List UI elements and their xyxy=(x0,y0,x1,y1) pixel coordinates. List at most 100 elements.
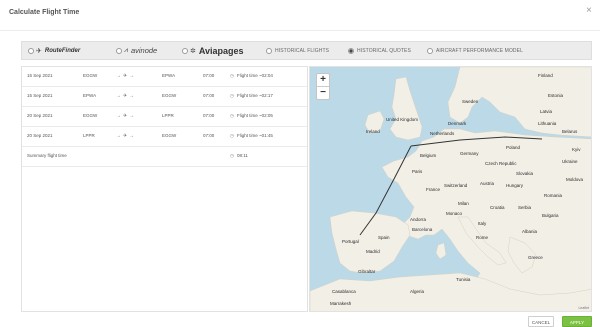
map-label: Casablanca xyxy=(332,289,356,294)
leg-row: 20 Sep 2021 EGGW → ✈ → LPPR 07:00 ◷ Flig… xyxy=(22,107,307,127)
radio-historical-quotes[interactable] xyxy=(348,47,354,54)
land-sardinia xyxy=(435,242,447,260)
summary-row: Summary flight time ◷ 08:11 xyxy=(22,147,307,167)
leg-from: EGGW xyxy=(83,73,98,78)
clock-icon: ◷ xyxy=(230,133,234,138)
leg-flight-time: Flight time ~01:45 xyxy=(237,133,273,138)
avinode-logo: avinode xyxy=(130,46,158,55)
map-label: Barcelona xyxy=(412,227,433,232)
radio-aircraft-performance-model[interactable] xyxy=(427,47,433,54)
map-label: Poland xyxy=(506,145,521,150)
map-label: Italy xyxy=(478,221,487,226)
radio-aviapages[interactable] xyxy=(182,47,188,54)
map-label: France xyxy=(426,187,441,192)
radio-historical-flights[interactable] xyxy=(266,47,272,54)
source-option-avinode[interactable]: ⩘ avinode xyxy=(116,42,157,59)
map-label: Greece xyxy=(528,255,543,260)
leg-row: 20 Sep 2021 LPPR → ✈ → EGGW 07:00 ◷ Flig… xyxy=(22,127,307,147)
clock-icon: ◷ xyxy=(230,113,234,118)
map-label: Moldova xyxy=(566,177,584,182)
map-label: Latvia xyxy=(540,109,553,114)
cancel-button[interactable]: CANCEL xyxy=(528,316,554,327)
close-icon[interactable]: × xyxy=(586,6,592,16)
leg-date: 20 Sep 2021 xyxy=(27,113,53,118)
leg-from: LPPR xyxy=(83,133,95,138)
leg-time: 07:00 xyxy=(203,93,215,98)
map-label: Croatia xyxy=(490,205,505,210)
leg-to: EGGW xyxy=(162,93,177,98)
map-label: Algeria xyxy=(410,289,425,294)
map-label: Netherlands xyxy=(430,131,455,136)
leg-date: 15 Sep 2021 xyxy=(27,93,53,98)
leg-arrow-icon: → ✈ → xyxy=(116,113,135,119)
map-label: Rome xyxy=(476,235,489,240)
aviapages-icon: ✲ xyxy=(190,47,196,55)
source-option-historical-quotes[interactable]: HISTORICAL QUOTES xyxy=(348,42,411,59)
plane-icon: ✈ xyxy=(36,47,42,55)
source-selector: ✈ RouteFinder ⩘ avinode ✲ Aviapages HIST… xyxy=(21,41,592,60)
leg-time: 07:00 xyxy=(203,73,215,78)
map-label: Sweden xyxy=(462,99,479,104)
clock-icon: ◷ xyxy=(230,73,234,78)
map-label: Albania xyxy=(522,229,538,234)
source-option-historical-flights[interactable]: HISTORICAL FLIGHTS xyxy=(266,42,329,59)
map-label: Ukraine xyxy=(562,159,578,164)
radio-avinode[interactable] xyxy=(116,47,122,54)
map-label: Marrakesh xyxy=(330,301,352,306)
land-uk xyxy=(389,76,423,141)
leg-to: EPWA xyxy=(162,73,176,78)
map-label: Estonia xyxy=(548,93,564,98)
aircraft-performance-model-label: AIRCRAFT PERFORMANCE MODEL xyxy=(436,47,523,54)
leg-date: 15 Sep 2021 xyxy=(27,73,53,78)
zoom-out-button[interactable]: − xyxy=(317,87,329,100)
leg-time: 07:00 xyxy=(203,113,215,118)
legs-table: 15 Sep 2021 EGGW → ✈ → EPWA 07:00 ◷ Flig… xyxy=(21,66,308,312)
leg-date: 20 Sep 2021 xyxy=(27,133,53,138)
clock-icon: ◷ xyxy=(230,93,234,98)
historical-flights-label: HISTORICAL FLIGHTS xyxy=(275,47,330,54)
map-label: Hungary xyxy=(506,183,524,188)
map-label: Spain xyxy=(378,235,390,240)
leg-from: EPWA xyxy=(83,93,97,98)
map-label: Germany xyxy=(460,151,479,156)
routefinder-logo: RouteFinder xyxy=(44,47,81,54)
leg-time: 07:00 xyxy=(203,133,215,138)
leg-arrow-icon: → ✈ → xyxy=(116,133,135,139)
map-label: Finland xyxy=(538,73,553,78)
leg-row: 15 Sep 2021 EGGW → ✈ → EPWA 07:00 ◷ Flig… xyxy=(22,67,307,87)
summary-label: Summary flight time xyxy=(27,153,67,158)
map-label: United Kingdom xyxy=(386,117,418,122)
route-map[interactable]: Finland Estonia Latvia Sweden Denmark Li… xyxy=(309,66,592,312)
radio-routefinder[interactable] xyxy=(28,47,34,54)
clock-icon: ◷ xyxy=(230,153,234,158)
map-label: Monaco xyxy=(446,211,463,216)
source-option-aircraft-performance-model[interactable]: AIRCRAFT PERFORMANCE MODEL xyxy=(427,42,523,59)
apply-button[interactable]: APPLY xyxy=(562,316,592,327)
map-label: Serbia xyxy=(518,205,532,210)
source-option-routefinder[interactable]: ✈ RouteFinder xyxy=(28,42,80,59)
map-label: Milan xyxy=(458,201,469,206)
map-label: Denmark xyxy=(448,121,467,126)
leg-arrow-icon: → ✈ → xyxy=(116,93,135,99)
leg-to: EGGW xyxy=(162,133,177,138)
map-label: Belarus xyxy=(562,129,578,134)
leg-flight-time: Flight time ~02:05 xyxy=(237,113,273,118)
aviapages-logo: Aviapages xyxy=(198,45,244,56)
map-label: Czech Republic xyxy=(485,161,517,166)
map-label: Slovakia xyxy=(516,171,534,176)
source-option-aviapages[interactable]: ✲ Aviapages xyxy=(182,42,244,59)
map-label: Austria xyxy=(480,181,495,186)
map-label: Paris xyxy=(412,169,423,174)
map-label: Madrid xyxy=(366,249,380,254)
avinode-icon: ⩘ xyxy=(124,46,128,54)
map-canvas[interactable]: Finland Estonia Latvia Sweden Denmark Li… xyxy=(310,67,592,312)
summary-value: 08:11 xyxy=(237,153,248,158)
zoom-in-button[interactable]: + xyxy=(317,74,329,87)
map-label: Kyiv xyxy=(572,147,581,152)
zoom-control: + − xyxy=(316,73,330,100)
map-label: Romania xyxy=(544,193,563,198)
map-attribution[interactable]: Leaflet xyxy=(578,306,589,310)
map-label: Bulgaria xyxy=(542,213,559,218)
leg-from: EGGW xyxy=(83,113,98,118)
map-label: Gibraltar xyxy=(358,269,376,274)
